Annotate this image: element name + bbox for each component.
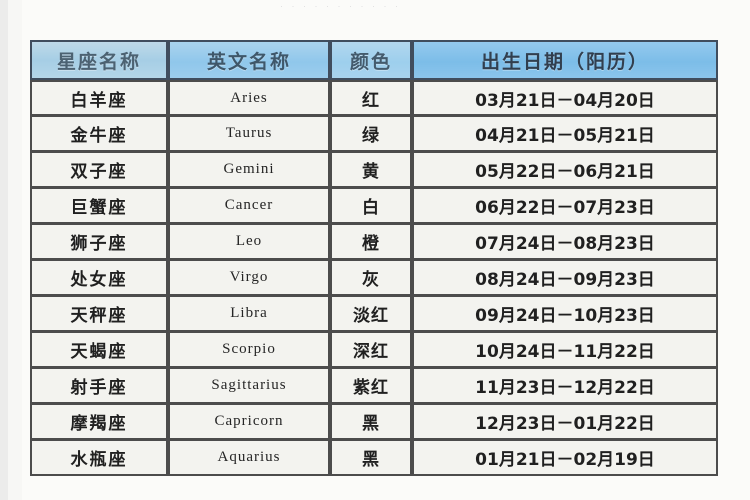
cell-color: 红 [330, 80, 412, 116]
page-top-text-artifact: · · · · · · · · · · · [280, 1, 401, 11]
cell-color: 白 [330, 188, 412, 224]
table-body: 白羊座 Aries 红 03月21日－04月20日 金牛座 Taurus 绿 04月21日－0… [30, 80, 718, 476]
cell-english-name: Sagittarius [168, 368, 330, 404]
cell-zodiac-name: 双子座 [30, 152, 168, 188]
zodiac-table: 星座名称 英文名称 颜色 出生日期（阳历） 白羊座 Aries 红 03月21日－04… [30, 40, 718, 476]
cell-birth-date: 05月22日－06月21日 [412, 152, 718, 188]
table-header: 星座名称 英文名称 颜色 出生日期（阳历） [30, 40, 718, 80]
cell-birth-date: 08月24日－09月23日 [412, 260, 718, 296]
cell-color: 黄 [330, 152, 412, 188]
table-row: 金牛座 Taurus 绿 04月21日－05月21日 [30, 116, 718, 152]
cell-birth-date: 07月24日－08月23日 [412, 224, 718, 260]
cell-zodiac-name: 天蝎座 [30, 332, 168, 368]
column-header-date: 出生日期（阳历） [412, 40, 718, 80]
cell-color: 紫红 [330, 368, 412, 404]
cell-zodiac-name: 狮子座 [30, 224, 168, 260]
cell-zodiac-name: 处女座 [30, 260, 168, 296]
cell-english-name: Aries [168, 80, 330, 116]
cell-color: 黑 [330, 404, 412, 440]
table-row: 双子座 Gemini 黄 05月22日－06月21日 [30, 152, 718, 188]
table-row: 水瓶座 Aquarius 黑 01月21日－02月19日 [30, 440, 718, 476]
table-row: 天秤座 Libra 淡红 09月24日－10月23日 [30, 296, 718, 332]
cell-birth-date: 06月22日－07月23日 [412, 188, 718, 224]
zodiac-table-container: 星座名称 英文名称 颜色 出生日期（阳历） 白羊座 Aries 红 03月21日－04… [30, 40, 718, 476]
cell-zodiac-name: 射手座 [30, 368, 168, 404]
column-header-name: 星座名称 [30, 40, 168, 80]
cell-birth-date: 12月23日－01月22日 [412, 404, 718, 440]
cell-english-name: Capricorn [168, 404, 330, 440]
column-header-color: 颜色 [330, 40, 412, 80]
cell-color: 淡红 [330, 296, 412, 332]
cell-color: 深红 [330, 332, 412, 368]
table-row: 巨蟹座 Cancer 白 06月22日－07月23日 [30, 188, 718, 224]
column-header-english: 英文名称 [168, 40, 330, 80]
cell-color: 黑 [330, 440, 412, 476]
table-row: 狮子座 Leo 橙 07月24日－08月23日 [30, 224, 718, 260]
cell-birth-date: 10月24日－11月22日 [412, 332, 718, 368]
cell-english-name: Cancer [168, 188, 330, 224]
table-row: 天蝎座 Scorpio 深红 10月24日－11月22日 [30, 332, 718, 368]
cell-zodiac-name: 白羊座 [30, 80, 168, 116]
cell-english-name: Scorpio [168, 332, 330, 368]
cell-birth-date: 03月21日－04月20日 [412, 80, 718, 116]
cell-birth-date: 09月24日－10月23日 [412, 296, 718, 332]
cell-english-name: Libra [168, 296, 330, 332]
cell-english-name: Taurus [168, 116, 330, 152]
cell-zodiac-name: 摩羯座 [30, 404, 168, 440]
cell-english-name: Aquarius [168, 440, 330, 476]
cell-zodiac-name: 巨蟹座 [30, 188, 168, 224]
table-row: 白羊座 Aries 红 03月21日－04月20日 [30, 80, 718, 116]
cell-birth-date: 01月21日－02月19日 [412, 440, 718, 476]
table-row: 处女座 Virgo 灰 08月24日－09月23日 [30, 260, 718, 296]
cell-english-name: Virgo [168, 260, 330, 296]
table-row: 射手座 Sagittarius 紫红 11月23日－12月22日 [30, 368, 718, 404]
cell-zodiac-name: 水瓶座 [30, 440, 168, 476]
table-row: 摩羯座 Capricorn 黑 12月23日－01月22日 [30, 404, 718, 440]
cell-english-name: Gemini [168, 152, 330, 188]
cell-birth-date: 11月23日－12月22日 [412, 368, 718, 404]
cell-zodiac-name: 金牛座 [30, 116, 168, 152]
cell-color: 绿 [330, 116, 412, 152]
cell-color: 橙 [330, 224, 412, 260]
table-header-row: 星座名称 英文名称 颜色 出生日期（阳历） [30, 40, 718, 80]
cell-birth-date: 04月21日－05月21日 [412, 116, 718, 152]
cell-color: 灰 [330, 260, 412, 296]
cell-zodiac-name: 天秤座 [30, 296, 168, 332]
cell-english-name: Leo [168, 224, 330, 260]
